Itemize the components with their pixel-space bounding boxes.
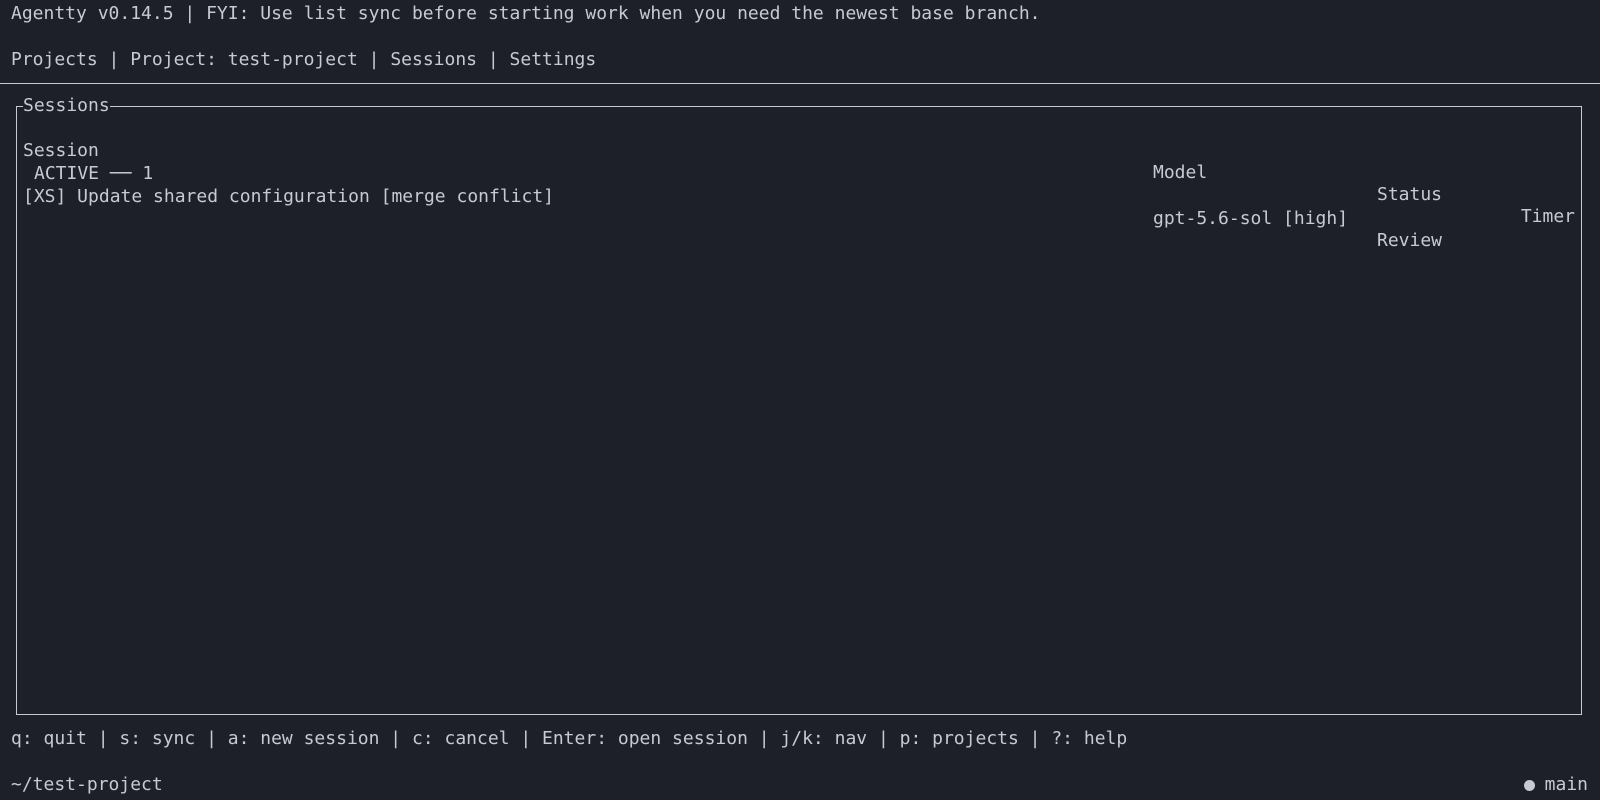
session-title[interactable]: [XS] Update shared configuration [merge …: [23, 186, 554, 208]
nav-breadcrumb: Projects | Project: test-project | Sessi…: [11, 49, 596, 71]
panel-title: Sessions: [23, 95, 110, 117]
branch-status-dot-icon: [1523, 779, 1535, 791]
nav-separator: |: [97, 49, 131, 70]
group-header-active: ACTIVE ── 1: [23, 141, 1575, 184]
session-model: gpt-5.6-sol [high]: [1153, 208, 1349, 229]
shortcut-help-bar: q: quit | s: sync | a: new session | c: …: [11, 728, 1128, 749]
nav-separator: |: [357, 49, 391, 70]
nav-divider: [0, 83, 1600, 84]
current-path: ~/test-project: [11, 774, 163, 795]
sessions-panel: Sessions Session Model Status Timer ACTI…: [16, 95, 1582, 715]
git-branch-status: main: [1523, 774, 1588, 796]
app-banner: Agentty v0.14.5 | FYI: Use list sync bef…: [11, 3, 1041, 24]
tab-project-test-project[interactable]: Project: test-project: [130, 49, 358, 71]
table-row[interactable]: [XS] Update shared configuration [merge …: [23, 164, 1575, 251]
tab-sessions[interactable]: Sessions: [390, 49, 477, 71]
tab-projects[interactable]: Projects: [11, 49, 98, 71]
nav-separator: |: [477, 49, 510, 70]
column-header-status[interactable]: Status: [1377, 184, 1442, 206]
tab-settings[interactable]: Settings: [510, 49, 597, 71]
table-header: Session Model Status Timer: [23, 118, 1575, 227]
column-header-timer[interactable]: Timer: [1521, 206, 1575, 228]
branch-name: main: [1544, 774, 1588, 795]
session-status: Review: [1377, 230, 1443, 251]
